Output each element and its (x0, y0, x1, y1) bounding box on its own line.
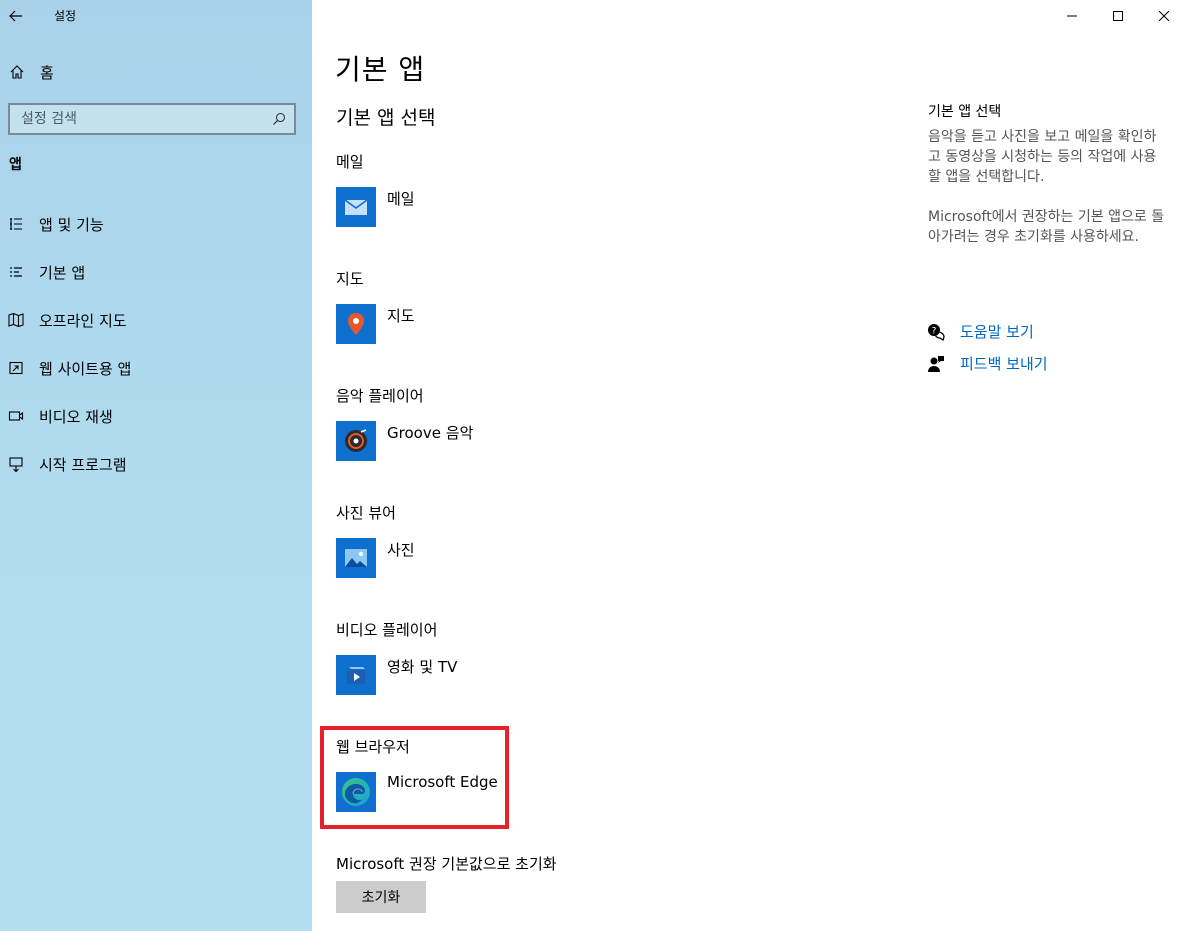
mail-icon (336, 187, 376, 227)
category-label: 지도 (336, 270, 364, 288)
back-arrow-icon (9, 10, 22, 22)
back-button[interactable] (0, 0, 32, 32)
sidebar-item-default-apps[interactable]: 기본 앱 (0, 248, 312, 296)
maximize-button[interactable] (1095, 0, 1141, 32)
category-label: 메일 (336, 153, 364, 171)
help-icon: ? (926, 323, 946, 341)
default-app-category-photo-viewer: 사진 뷰어 사진 (336, 502, 415, 578)
right-panel-description: 음악을 듣고 사진을 보고 메일을 확인하고 동영상을 시청하는 등의 작업에 … (928, 129, 1157, 185)
minimize-button[interactable] (1049, 0, 1095, 32)
minimize-icon (1067, 15, 1077, 17)
category-label: 사진 뷰어 (336, 504, 396, 522)
default-app-category-maps: 지도 지도 (336, 268, 415, 344)
default-app-category-music-player: 음악 플레이어 Groove 음악 (336, 385, 473, 461)
sidebar-item-offline-maps[interactable]: 오프라인 지도 (0, 296, 312, 344)
default-app-button-maps[interactable]: 지도 (336, 304, 415, 344)
help-link[interactable]: ? 도움말 보기 (926, 321, 1034, 342)
app-name: 사진 (387, 541, 415, 559)
web-app-icon (0, 360, 32, 376)
sidebar-item-apps-for-websites[interactable]: 웹 사이트용 앱 (0, 344, 312, 392)
help-link-label: 도움말 보기 (960, 323, 1034, 341)
map-icon (0, 312, 32, 328)
window-controls (1049, 0, 1187, 32)
video-icon (0, 408, 32, 424)
svg-text:?: ? (932, 326, 937, 336)
default-app-button-music-player[interactable]: Groove 음악 (336, 421, 473, 461)
search-input[interactable] (10, 105, 264, 133)
maximize-icon (1113, 11, 1123, 21)
section-title: 기본 앱 선택 (336, 107, 436, 129)
right-panel-title: 기본 앱 선택 (928, 104, 1002, 120)
feedback-link[interactable]: 피드백 보내기 (926, 353, 1048, 374)
sidebar-nav: 앱 및 기능 기본 앱 오프라인 지도 웹 사이트용 앱 비디오 재생 시작 프… (0, 200, 312, 488)
sidebar-item-video-playback[interactable]: 비디오 재생 (0, 392, 312, 440)
movies-tv-icon (336, 655, 376, 695)
sidebar-item-label: 웹 사이트용 앱 (39, 359, 132, 378)
groove-music-icon (336, 421, 376, 461)
close-icon (1159, 11, 1169, 21)
web-browser-highlight-box (320, 726, 509, 829)
sidebar-item-startup[interactable]: 시작 프로그램 (0, 440, 312, 488)
list-icon (0, 216, 32, 232)
default-app-category-video-player: 비디오 플레이어 영화 및 TV (336, 619, 457, 695)
sidebar-item-label: 오프라인 지도 (39, 311, 127, 330)
home-icon (0, 64, 34, 80)
sidebar-item-label: 앱 및 기능 (39, 215, 104, 234)
default-app-button-mail[interactable]: 메일 (336, 187, 415, 227)
close-button[interactable] (1141, 0, 1187, 32)
default-app-button-video-player[interactable]: 영화 및 TV (336, 655, 457, 695)
startup-icon (0, 456, 32, 472)
feedback-link-label: 피드백 보내기 (960, 355, 1048, 373)
app-name: Groove 음악 (387, 424, 474, 442)
page-title: 기본 앱 (335, 53, 426, 86)
sidebar-titlebar: 설정 (0, 0, 312, 32)
category-label: 음악 플레이어 (336, 387, 424, 405)
app-title: 설정 (54, 9, 77, 23)
search-box[interactable] (8, 103, 296, 135)
category-label: 비디오 플레이어 (336, 621, 438, 639)
section-label-apps: 앱 (9, 157, 22, 173)
maps-pin-icon (336, 304, 376, 344)
app-name: 메일 (387, 190, 415, 208)
photos-icon (336, 538, 376, 578)
app-name: 지도 (387, 307, 415, 325)
default-app-button-photo-viewer[interactable]: 사진 (336, 538, 415, 578)
home-label: 홈 (40, 63, 54, 82)
app-name: 영화 및 TV (387, 658, 458, 676)
sidebar-item-home[interactable]: 홈 (0, 54, 312, 90)
sidebar-item-label: 기본 앱 (39, 263, 86, 282)
sidebar-item-label: 비디오 재생 (39, 407, 113, 426)
reset-label: Microsoft 권장 기본값으로 초기화 (336, 855, 557, 873)
default-app-category-mail: 메일 메일 (336, 151, 415, 227)
sidebar-item-apps-features[interactable]: 앱 및 기능 (0, 200, 312, 248)
search-icon[interactable] (264, 112, 294, 126)
reset-button[interactable]: 초기화 (336, 881, 426, 913)
default-apps-icon (0, 264, 32, 280)
right-panel-reset-description: Microsoft에서 권장하는 기본 앱으로 돌아가려는 경우 초기화를 사용… (928, 209, 1165, 245)
feedback-icon (926, 355, 946, 373)
sidebar-item-label: 시작 프로그램 (39, 455, 127, 474)
sidebar: 설정 홈 앱 앱 및 기능 기본 앱 오프 (0, 0, 312, 931)
